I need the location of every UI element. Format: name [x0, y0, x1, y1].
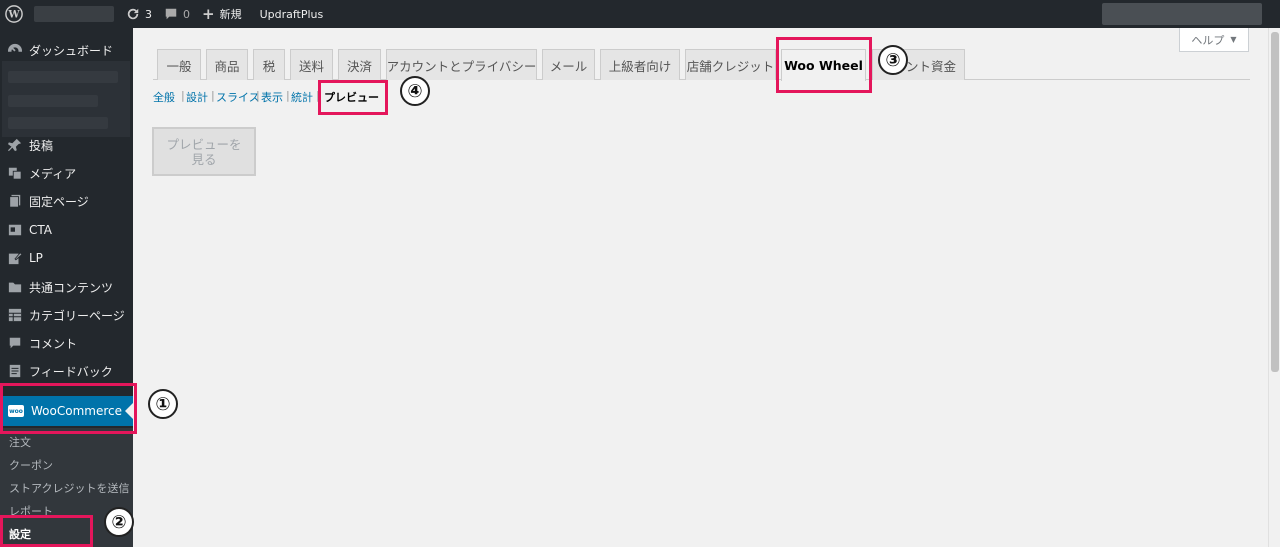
subnav-separator: | [256, 89, 260, 102]
site-name-blurred[interactable] [34, 6, 114, 22]
preview-button-line2: 見る [191, 151, 217, 167]
sidebar-item-label: LP [29, 251, 43, 265]
subnav-item-stats[interactable]: 統計 [291, 89, 313, 105]
help-label: ヘルプ [1191, 33, 1225, 47]
sidebar-item-category-pages[interactable]: カテゴリーページ [0, 301, 133, 329]
sidebar-item-pages[interactable]: 固定ページ [0, 187, 133, 215]
page-icon [8, 194, 22, 208]
admin-bar: W 3 0 + 新規 UpdraftPlus [0, 0, 1280, 28]
help-button[interactable]: ヘルプ ▼ [1179, 28, 1249, 52]
new-content-link[interactable]: + 新規 [202, 5, 242, 23]
refresh-icon [127, 8, 139, 20]
subnav-item-design[interactable]: 設計 [186, 89, 208, 105]
tab-general[interactable]: 一般 [157, 49, 201, 80]
tab-emails[interactable]: メール [542, 49, 595, 80]
blurred-menu-items [2, 61, 130, 137]
submenu-item-send-store-credit[interactable]: ストアクレジットを送信 [9, 480, 129, 496]
sidebar-item-cta[interactable]: CTA [0, 216, 133, 244]
highlight-woocommerce [0, 383, 137, 434]
media-icon [8, 166, 22, 180]
sidebar-item-label: 投稿 [29, 138, 54, 153]
annotation-number-1: ① [148, 389, 178, 419]
subnav-separator: | [211, 89, 215, 102]
sidebar-item-label: カテゴリーページ [29, 308, 125, 323]
sidebar-item-label: メディア [29, 166, 77, 181]
comment-icon [8, 336, 22, 350]
tab-tax[interactable]: 税 [253, 49, 285, 80]
svg-text:W: W [7, 10, 20, 21]
preview-button-line1: プレビューを [166, 136, 242, 152]
updraftplus-link[interactable]: UpdraftPlus [260, 8, 324, 21]
admin-sidebar: ダッシュボード 投稿 メディア 固定ページ CTA LP 共通コンテンツ カテゴ… [0, 28, 133, 547]
folder-icon [8, 280, 22, 294]
submenu-item-coupons[interactable]: クーポン [9, 457, 53, 473]
dashboard-icon [8, 43, 22, 57]
feedback-icon [8, 364, 22, 378]
updates-count: 3 [145, 7, 152, 21]
sidebar-item-dashboard[interactable]: ダッシュボード [0, 36, 133, 64]
comment-icon [165, 8, 177, 20]
annotation-number-2: ② [104, 507, 134, 537]
sidebar-item-label: 固定ページ [29, 194, 89, 209]
new-label: 新規 [219, 8, 242, 21]
sidebar-item-common-content[interactable]: 共通コンテンツ [0, 273, 133, 301]
sidebar-item-comments[interactable]: コメント [0, 329, 133, 357]
subnav-item-display[interactable]: 表示 [261, 89, 283, 105]
sidebar-item-label: コメント [29, 336, 78, 351]
sidebar-item-media[interactable]: メディア [0, 159, 133, 187]
tab-shipping[interactable]: 送料 [290, 49, 333, 80]
sidebar-item-posts[interactable]: 投稿 [0, 131, 133, 159]
highlight-woo-wheel-tab [776, 37, 872, 93]
sidebar-item-label: フィードバック [29, 364, 113, 379]
pushpin-icon [8, 138, 22, 152]
annotation-number-4: ④ [400, 76, 430, 106]
subnav-item-slices[interactable]: スライス [216, 89, 260, 105]
page-scrollbar[interactable] [1268, 28, 1280, 547]
cta-icon [8, 223, 22, 237]
tab-products[interactable]: 商品 [206, 49, 248, 80]
wordpress-logo-icon[interactable]: W [0, 0, 28, 28]
subnav-separator: | [181, 89, 185, 102]
edit-icon [8, 251, 22, 265]
comments-link[interactable]: 0 [164, 7, 190, 21]
tab-payments[interactable]: 決済 [338, 49, 381, 80]
view-preview-button[interactable]: プレビューを 見る [152, 127, 256, 176]
chevron-down-icon: ▼ [1230, 35, 1237, 44]
sidebar-item-label: ダッシュボード [29, 43, 114, 58]
tab-store-credit[interactable]: 店舗クレジット [685, 49, 776, 80]
annotation-number-3: ③ [878, 45, 908, 75]
sidebar-item-label: 共通コンテンツ [29, 280, 114, 295]
highlight-settings [0, 515, 93, 547]
grid-icon [8, 308, 22, 322]
updates-link[interactable]: 3 [126, 7, 152, 21]
sidebar-item-lp[interactable]: LP [0, 244, 133, 272]
submenu-item-orders[interactable]: 注文 [9, 434, 31, 450]
plus-icon: + [202, 5, 215, 23]
user-account-blurred[interactable] [1102, 3, 1262, 25]
scrollbar-thumb[interactable] [1271, 32, 1279, 372]
sidebar-item-label: CTA [29, 223, 52, 237]
tab-advanced[interactable]: 上級者向け [600, 49, 680, 80]
subnav-separator: | [286, 89, 290, 102]
comments-count: 0 [183, 7, 190, 21]
sidebar-item-feedback[interactable]: フィードバック [0, 357, 133, 385]
tab-accounts-privacy[interactable]: アカウントとプライバシー [386, 49, 537, 80]
subnav-item-general[interactable]: 全般 [153, 89, 175, 105]
highlight-preview-subnav [318, 80, 388, 115]
